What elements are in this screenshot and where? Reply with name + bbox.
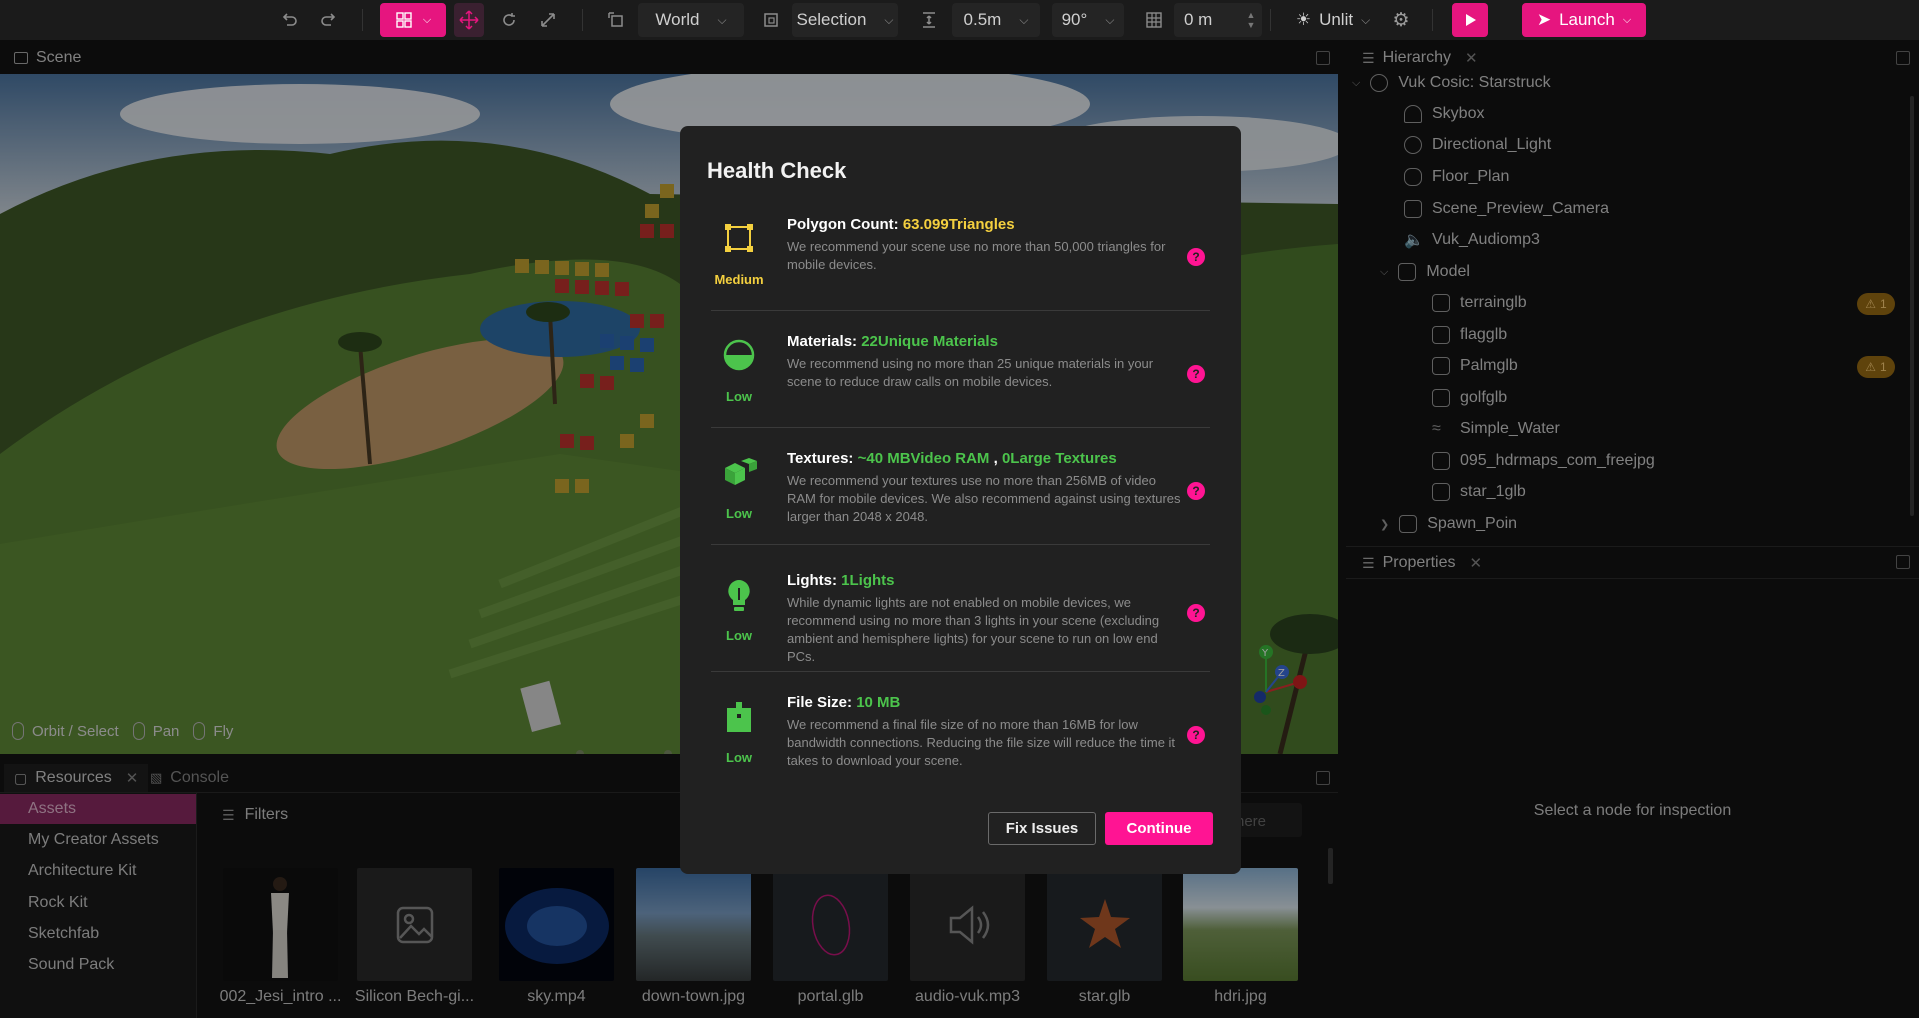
section-value-secondary: 0Large Textures bbox=[1001, 450, 1117, 467]
settings-gear-icon[interactable]: ⚙ bbox=[1388, 3, 1414, 37]
health-section-file-size: Low File Size: 10 MB We recommend a fina… bbox=[711, 688, 1210, 805]
main-toolbar: ⌵ World ⌵ Selection ⌵ 0.5m ⌵ 90° ⌵ 0 m ▲… bbox=[0, 0, 1919, 40]
section-title: Polygon Count: bbox=[787, 216, 899, 233]
material-icon bbox=[723, 339, 755, 371]
continue-button[interactable]: Continue bbox=[1105, 812, 1213, 845]
help-icon[interactable]: ? bbox=[1187, 248, 1205, 266]
layout-menu-button[interactable]: ⌵ bbox=[380, 3, 446, 37]
chevron-down-icon[interactable]: ▼ bbox=[1247, 20, 1256, 30]
grid-stepper[interactable]: ▲ ▼ bbox=[1242, 3, 1260, 37]
health-section-lights: Low Lights: 1Lights While dynamic lights… bbox=[711, 566, 1210, 683]
file-icon bbox=[727, 702, 751, 732]
chevron-down-icon: ⌵ bbox=[422, 13, 432, 26]
texture-icon bbox=[725, 458, 757, 485]
section-title: File Size: bbox=[787, 694, 853, 711]
section-description: We recommend a final file size of no mor… bbox=[787, 717, 1176, 768]
snap-angle-select[interactable]: 90° ⌵ bbox=[1052, 3, 1124, 37]
section-value-separator: , bbox=[989, 450, 1002, 467]
help-icon[interactable]: ? bbox=[1187, 365, 1205, 383]
chevron-down-icon: ⌵ bbox=[1361, 12, 1371, 27]
fix-issues-button[interactable]: Fix Issues bbox=[988, 812, 1096, 845]
health-check-dialog: Health Check Medium Polygon Count: 63.09… bbox=[680, 126, 1241, 874]
severity-label: Low bbox=[726, 389, 752, 404]
selection-mode-value: Selection bbox=[796, 10, 867, 29]
help-icon[interactable]: ? bbox=[1187, 604, 1205, 622]
coord-space-value: World bbox=[655, 10, 700, 29]
severity-label: Low bbox=[726, 628, 752, 643]
play-icon bbox=[1466, 14, 1476, 26]
grid-value: 0 m bbox=[1184, 10, 1213, 29]
snap-distance-value: 0.5m bbox=[963, 10, 1002, 29]
grid-icon bbox=[1142, 3, 1166, 37]
launch-button[interactable]: ➤ Launch ⌵ bbox=[1522, 3, 1646, 37]
severity-label: Low bbox=[726, 506, 752, 521]
undo-icon[interactable] bbox=[276, 3, 302, 37]
section-description: We recommend your textures use no more t… bbox=[787, 473, 1181, 524]
section-value: 22Unique Materials bbox=[861, 333, 998, 350]
section-title: Textures: bbox=[787, 450, 854, 467]
chevron-down-icon: ⌵ bbox=[1622, 13, 1632, 26]
play-button[interactable] bbox=[1452, 3, 1488, 37]
section-description: While dynamic lights are not enabled on … bbox=[787, 595, 1160, 664]
section-value: 1Lights bbox=[841, 572, 895, 589]
lighting-mode-value: Unlit bbox=[1319, 10, 1354, 29]
dialog-title: Health Check bbox=[707, 158, 847, 183]
section-description: We recommend your scene use no more than… bbox=[787, 239, 1166, 272]
selection-mode-select[interactable]: Selection ⌵ bbox=[792, 3, 898, 37]
section-value: 10 MB bbox=[856, 694, 901, 711]
pivot-icon[interactable] bbox=[603, 3, 629, 37]
polygon-icon bbox=[725, 224, 753, 252]
snap-distance-select[interactable]: 0.5m ⌵ bbox=[952, 3, 1040, 37]
redo-icon[interactable] bbox=[316, 3, 342, 37]
lighting-mode-select[interactable]: ☀ Unlit ⌵ bbox=[1285, 3, 1381, 37]
lightbulb-icon bbox=[728, 580, 750, 611]
rocket-icon: ➤ bbox=[1536, 10, 1552, 29]
section-title: Lights: bbox=[787, 572, 837, 589]
severity-label: Medium bbox=[714, 272, 764, 287]
help-icon[interactable]: ? bbox=[1187, 726, 1205, 744]
chevron-down-icon: ⌵ bbox=[1105, 12, 1115, 27]
grid-icon bbox=[396, 12, 412, 28]
scale-tool-icon[interactable] bbox=[535, 3, 561, 37]
chevron-up-icon[interactable]: ▲ bbox=[1247, 10, 1256, 20]
selection-mode-icon[interactable] bbox=[758, 3, 784, 37]
help-icon[interactable]: ? bbox=[1187, 482, 1205, 500]
fix-issues-label: Fix Issues bbox=[1005, 820, 1079, 837]
snap-distance-icon bbox=[916, 3, 942, 37]
chevron-down-icon: ⌵ bbox=[717, 12, 727, 27]
section-value: ~40 MBVideo RAM bbox=[857, 450, 990, 467]
chevron-down-icon: ⌵ bbox=[884, 12, 894, 27]
severity-label: Low bbox=[726, 750, 752, 765]
launch-label: Launch bbox=[1559, 10, 1615, 29]
chevron-down-icon: ⌵ bbox=[1019, 12, 1029, 27]
snap-angle-value: 90° bbox=[1061, 10, 1088, 29]
coord-space-select[interactable]: World ⌵ bbox=[638, 3, 744, 37]
sun-icon: ☀ bbox=[1295, 10, 1312, 29]
rotate-tool-icon[interactable] bbox=[496, 3, 522, 37]
section-title: Materials: bbox=[787, 333, 858, 350]
section-description: We recommend using no more than 25 uniqu… bbox=[787, 356, 1154, 389]
continue-label: Continue bbox=[1126, 820, 1192, 837]
move-tool-icon[interactable] bbox=[454, 3, 484, 37]
section-value: 63.099Triangles bbox=[902, 216, 1015, 233]
